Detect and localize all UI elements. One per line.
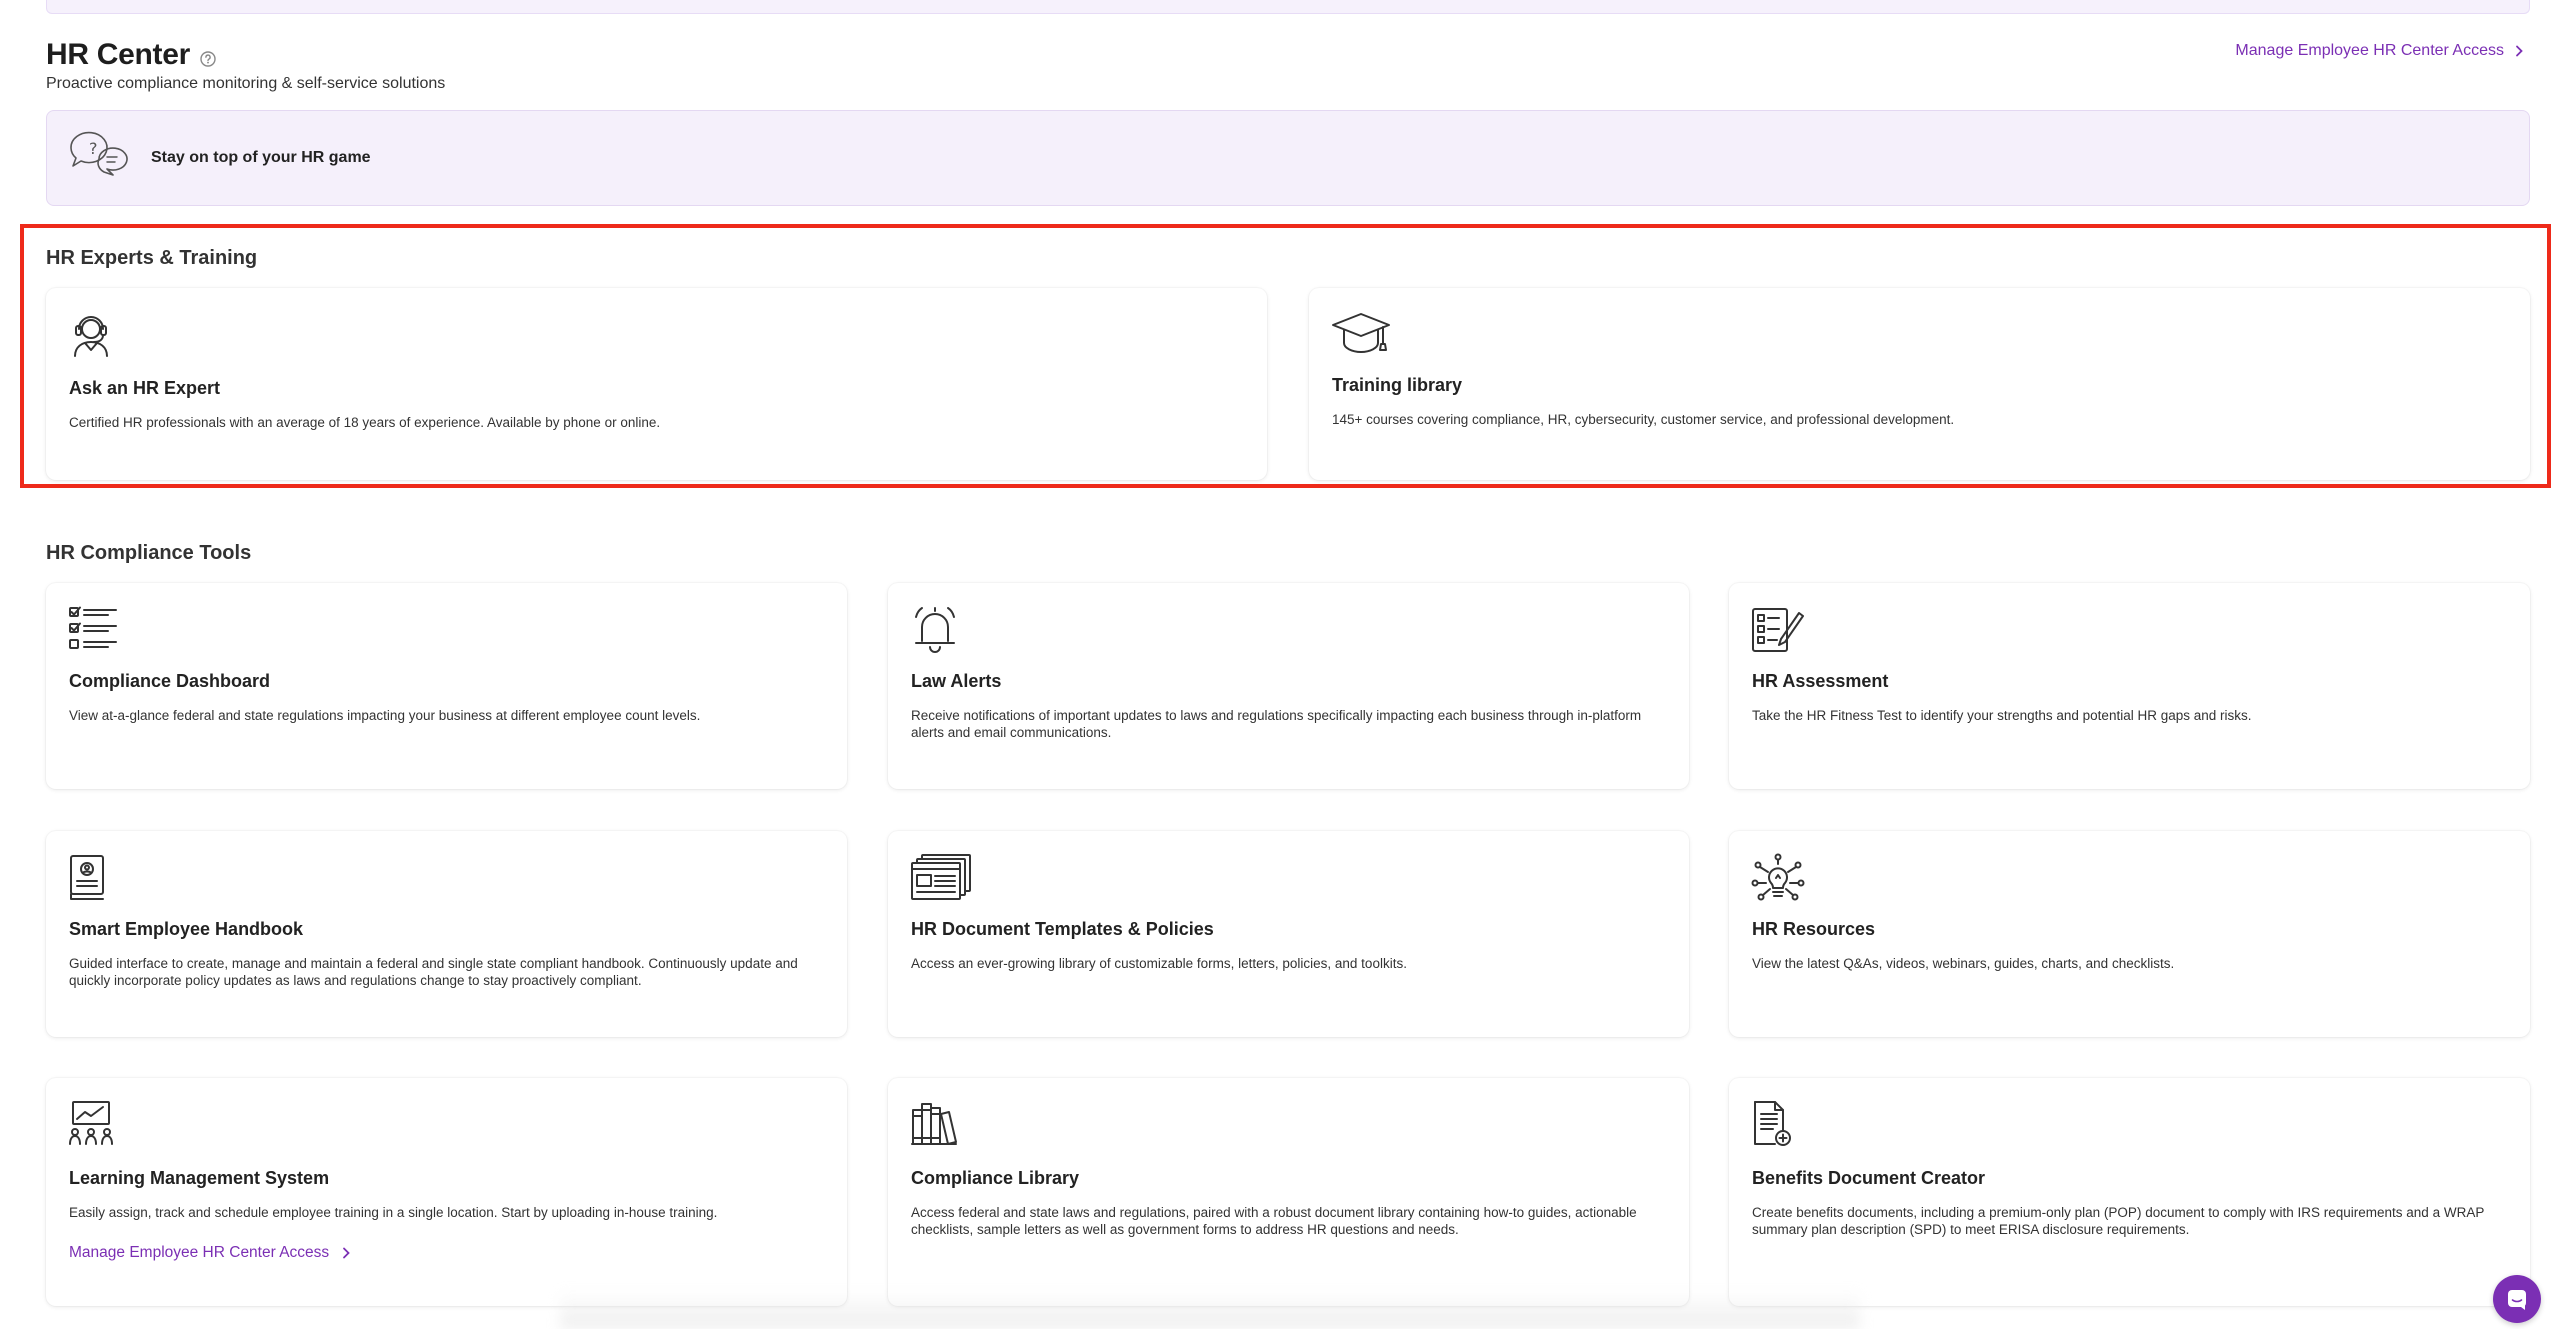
hr-center-page: HR Center Proactive compliance monitorin… [0,0,2560,1329]
card-description: Receive notifications of important updat… [911,708,1642,740]
card-description: Certified HR professionals with an avera… [69,415,661,430]
card-benefits-document-creator[interactable]: Benefits Document Creator Create benefit… [1729,1078,2530,1306]
card-title: Compliance Dashboard [69,671,271,691]
page-title: HR Center [46,38,190,71]
card-description: Access federal and state laws and regula… [911,1205,1637,1237]
card-description: Guided interface to create, manage and m… [69,956,798,988]
chevron-right-icon [2516,45,2523,57]
section-title-experts: HR Experts & Training [46,247,258,269]
document-add-icon [1754,1101,1791,1146]
manage-access-link[interactable]: Manage Employee HR Center Access [2235,42,2524,60]
card-title: Benefits Document Creator [1752,1168,1986,1188]
bottom-shadow [560,1290,1860,1329]
document-templates-icon [911,854,971,900]
card-description: View the latest Q&As, videos, webinars, … [1752,956,2175,971]
section-title-tools: HR Compliance Tools [46,542,252,564]
card-description: Easily assign, track and schedule employ… [69,1205,718,1220]
card-title: HR Assessment [1752,671,1889,691]
manage-access-link-label[interactable]: Manage Employee HR Center Access [69,1244,329,1262]
card-title: Law Alerts [911,671,1002,691]
card-learning-management-system[interactable]: Learning Management System Easily assign… [46,1078,847,1306]
graduation-cap-icon [1332,313,1390,353]
card-title: Smart Employee Handbook [69,919,304,939]
help-icon[interactable] [198,49,218,69]
card-hr-document-templates[interactable]: HR Document Templates & Policies Access … [888,831,1689,1037]
card-law-alerts[interactable]: Law Alerts Receive notifications of impo… [888,583,1689,789]
card-hr-resources[interactable]: HR Resources View the latest Q&As, video… [1729,831,2530,1037]
page-header: HR Center [46,38,218,72]
chat-bubbles-icon: ? [70,131,128,176]
card-smart-employee-handbook[interactable]: Smart Employee Handbook Guided interface… [46,831,847,1037]
top-strip [46,0,2530,14]
headset-agent-icon [74,316,108,357]
card-hr-assessment[interactable]: HR Assessment Take the HR Fitness Test t… [1729,583,2530,789]
banner-text: Stay on top of your HR game [151,149,371,166]
card-title: Ask an HR Expert [69,378,221,398]
page-subtitle: Proactive compliance monitoring & self-s… [46,75,446,92]
card-description: Create benefits documents, including a p… [1752,1205,2485,1237]
card-compliance-library[interactable]: Compliance Library Access federal and st… [888,1078,1689,1306]
card-compliance-dashboard[interactable]: Compliance Dashboard View at-a-glance fe… [46,583,847,789]
card-title: Training library [1332,375,1463,395]
checklist-icon [69,606,117,649]
handbook-icon [70,855,104,900]
card-title: Compliance Library [911,1168,1080,1188]
bell-icon [915,607,955,653]
card-description: View at-a-glance federal and state regul… [69,708,701,723]
card-description: 145+ courses covering compliance, HR, cy… [1332,412,1955,427]
chat-icon [2508,1290,2526,1310]
books-icon [911,1103,957,1145]
chevron-right-icon [343,1247,350,1259]
manage-access-link-label[interactable]: Manage Employee HR Center Access [2235,42,2504,60]
manage-access-link[interactable]: Manage Employee HR Center Access [69,1244,351,1262]
card-title: Learning Management System [69,1168,330,1188]
info-banner: ? Stay on top of your HR game [46,110,2530,206]
card-title: HR Resources [1752,919,1876,939]
card-description: Take the HR Fitness Test to identify you… [1752,708,2252,723]
svg-text:?: ? [89,139,98,158]
card-title: HR Document Templates & Policies [911,919,1214,939]
chat-launcher-button[interactable] [2493,1275,2541,1323]
presentation-icon [69,1101,113,1145]
card-training-library[interactable]: Training library 145+ courses covering c… [1309,288,2530,480]
assessment-icon [1752,608,1804,652]
lightbulb-network-icon [1751,853,1805,901]
card-ask-hr-expert[interactable]: Ask an HR Expert Certified HR profession… [46,288,1267,480]
card-description: Access an ever-growing library of custom… [911,956,1407,971]
